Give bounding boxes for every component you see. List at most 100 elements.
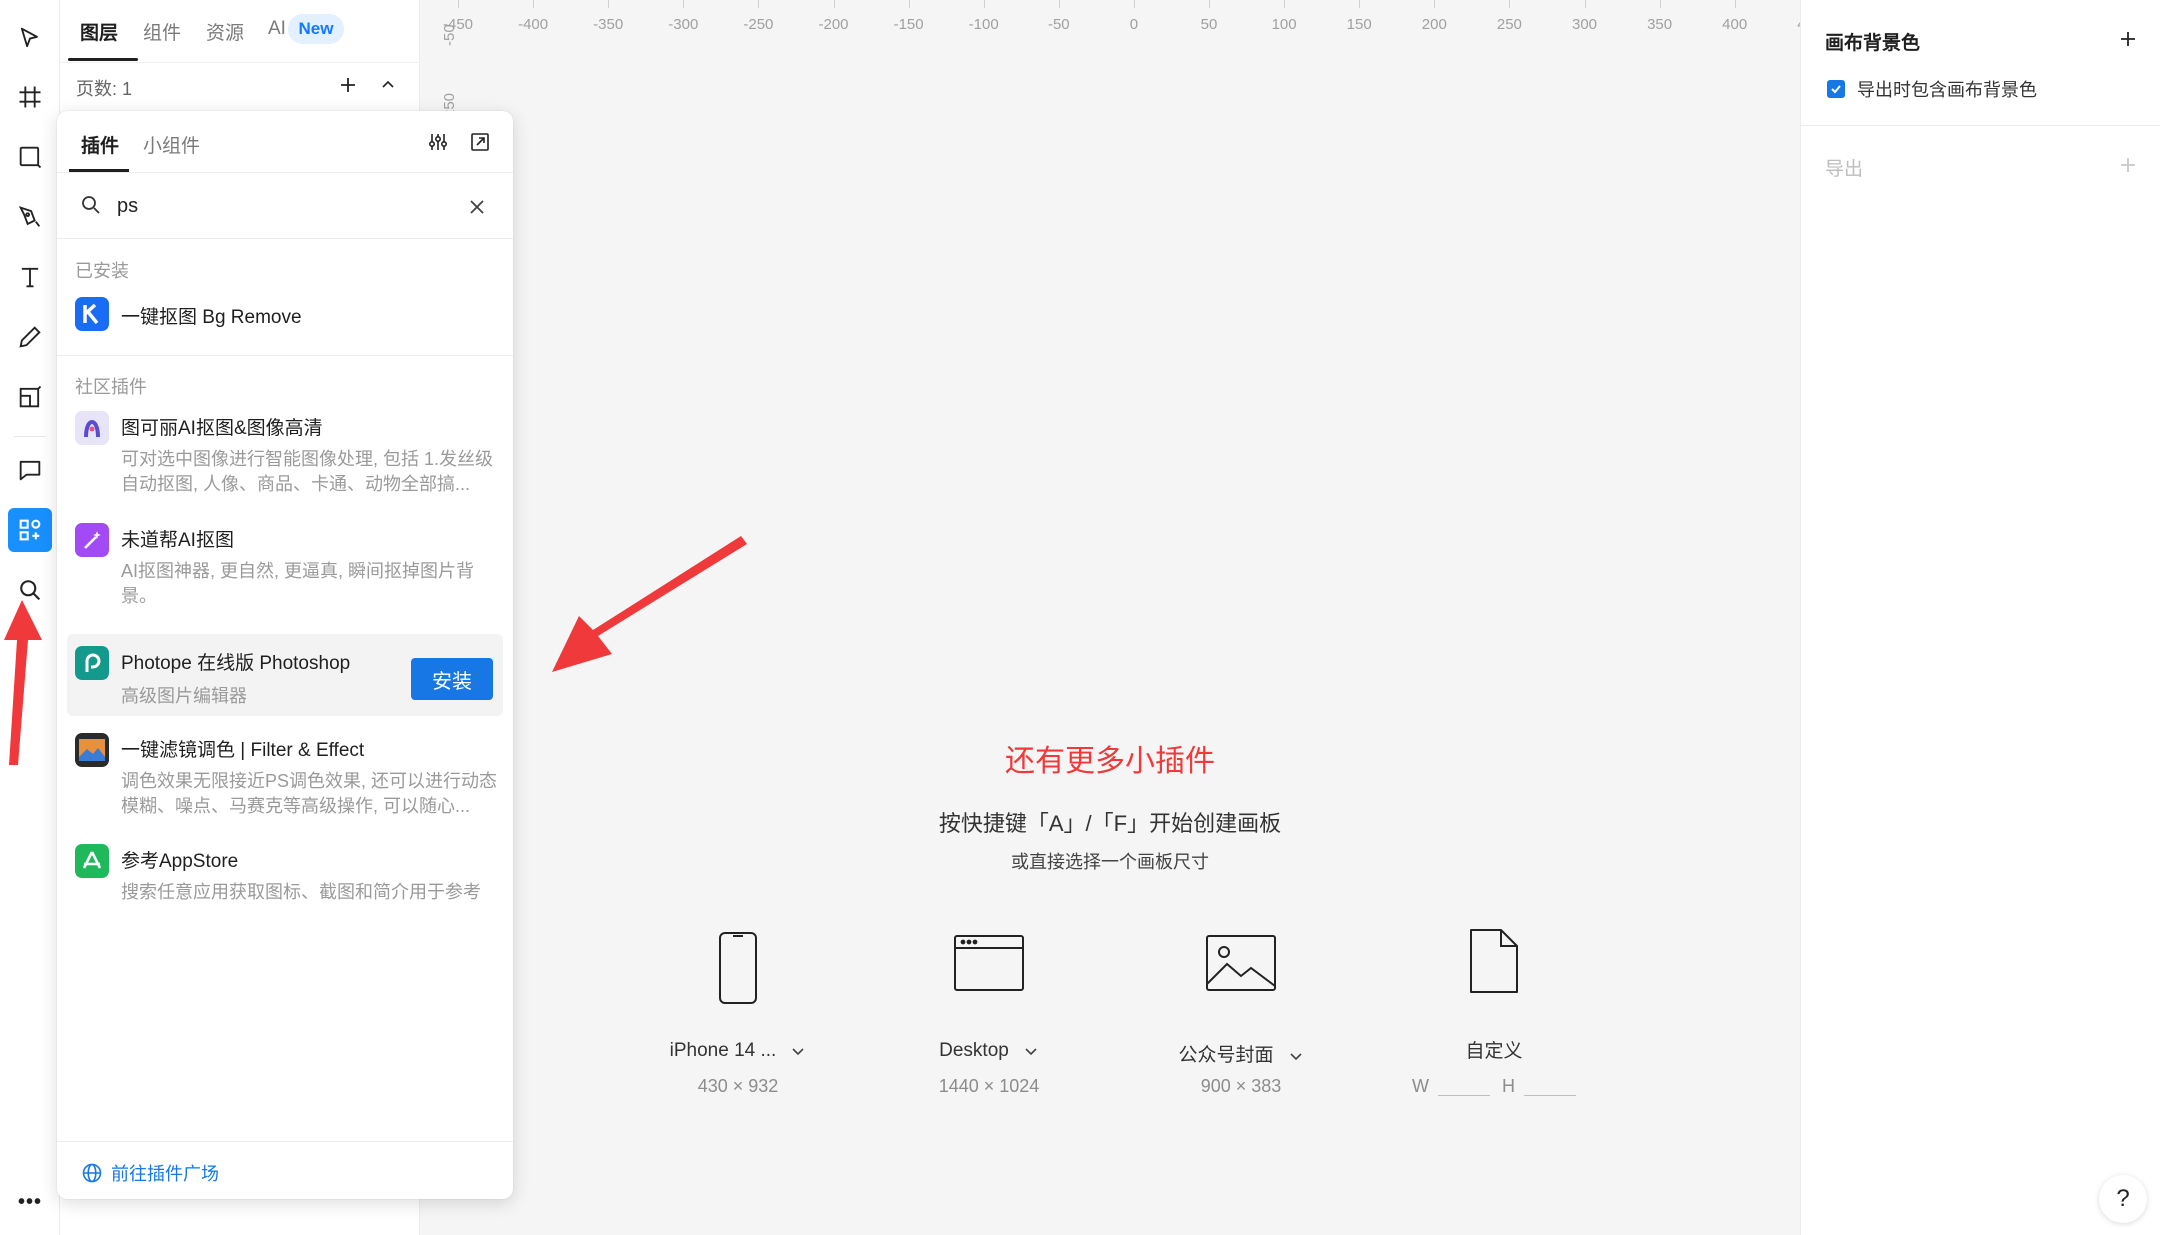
pen-tool-button[interactable]: [8, 195, 52, 239]
slice-icon: [19, 385, 42, 408]
clear-search-button[interactable]: [463, 193, 491, 221]
ruler-label: 100: [1271, 16, 1297, 33]
frame-tool-button[interactable]: [8, 75, 52, 119]
preset-name: 公众号封面: [1131, 1040, 1351, 1067]
chevron-down-icon: [1289, 1053, 1302, 1061]
checkmark-icon: [1831, 85, 1841, 94]
move-cursor-icon: [20, 27, 38, 48]
community-plugin-item[interactable]: 未道帮AI抠图 AI抠图神器, 更自然, 更逼真, 瞬间抠掉图片背景。: [67, 511, 503, 623]
add-page-button[interactable]: [332, 69, 364, 101]
phone-icon: [719, 932, 757, 1004]
right-panel: 画布背景色 导出时包含画布背景色 导出 ?: [1800, 0, 2160, 1235]
include-bg-checkbox[interactable]: [1827, 80, 1845, 98]
preset-desktop[interactable]: Desktop 1440 × 1024: [879, 930, 1099, 1110]
plugin-description: 可对选中图像进行智能图像处理, 包括 1.发丝级自动抠图, 人像、商品、卡通、动…: [121, 449, 494, 494]
community-plugin-item[interactable]: Photope 在线版 Photoshop 高级图片编辑器 安装: [67, 634, 503, 716]
search-icon: [20, 580, 41, 601]
plugin-logo-icon: [75, 297, 109, 331]
ruler-tick: [1209, 0, 1210, 8]
active-tab-indicator: [68, 58, 138, 61]
ruler-tick: [608, 0, 610, 8]
ruler-label: -400: [518, 16, 549, 33]
ruler-label: -300: [668, 16, 699, 33]
annotation-text: 还有更多小插件: [1005, 745, 1215, 778]
add-canvas-bg-button[interactable]: [2113, 24, 2143, 54]
canvas-area[interactable]: -450 -400 -350 -300 -250 -200 -150 -100 -50 0 50 10…: [420, 0, 1822, 1235]
community-plugin-item[interactable]: 参考AppStore 搜索任意应用获取图标、截图和简介用于参考: [67, 832, 503, 918]
ruler-label: 250: [1496, 16, 1522, 33]
search-tool-button[interactable]: [8, 568, 52, 612]
plugin-name: 参考AppStore: [121, 851, 239, 872]
add-export-button[interactable]: [2113, 150, 2143, 180]
ruler-label: 150: [1346, 16, 1372, 33]
plugin-popout-button[interactable]: [465, 127, 495, 157]
community-plugin-item[interactable]: 一键滤镜调色 | Filter & Effect 调色效果无限接近PS调色效果,…: [67, 721, 503, 833]
ruler-label: 50: [1200, 16, 1218, 33]
width-input[interactable]: [1438, 1094, 1490, 1096]
text-tool-button[interactable]: [8, 255, 52, 299]
preset-iphone[interactable]: iPhone 14 ... 430 × 932: [628, 930, 848, 1110]
tab-components[interactable]: 组件: [143, 18, 181, 45]
plugin-marketplace-label: 前往插件广场: [111, 1164, 219, 1184]
preset-size: 900 × 383: [1200, 1076, 1282, 1096]
left-ruler-label: -50: [441, 24, 458, 46]
comment-tool-button[interactable]: [8, 448, 52, 492]
plugin-name: 未道帮AI抠图: [121, 530, 234, 551]
height-input[interactable]: [1524, 1094, 1576, 1096]
ruler-label: -250: [743, 16, 774, 33]
tab-assets[interactable]: 资源: [206, 18, 244, 45]
plugin-logo-icon: [75, 844, 109, 878]
frame-icon: [19, 86, 41, 108]
ruler-tick: [983, 0, 985, 8]
pages-row: 页数: 1: [60, 62, 420, 108]
chevron-down-icon: [792, 1048, 804, 1056]
ruler-label: -150: [893, 16, 924, 33]
installed-plugin-item[interactable]: 一键抠图 Bg Remove: [67, 285, 503, 341]
plugins-tool-button[interactable]: [8, 508, 52, 552]
preset-size: 430 × 932: [697, 1076, 779, 1096]
preset-size: 1440 × 1024: [938, 1076, 1040, 1096]
canvas-hint-sub: 或直接选择一个画板尺寸: [1011, 852, 1209, 872]
plugin-popup-footer: 前往插件广场: [57, 1141, 513, 1199]
tab-plugins[interactable]: 插件: [81, 131, 119, 158]
ruler-label: 200: [1421, 16, 1447, 33]
slice-tool-button[interactable]: [8, 375, 52, 419]
more-tools-button[interactable]: •••: [8, 1180, 52, 1224]
plugin-search-input[interactable]: [117, 189, 447, 223]
plugin-logo-icon: [75, 523, 109, 557]
pen-icon: [18, 206, 41, 227]
preset-custom[interactable]: 自定义 W H: [1384, 926, 1604, 1106]
plugin-name: 一键滤镜调色 | Filter & Effect: [121, 740, 365, 761]
pencil-tool-button[interactable]: [8, 315, 52, 359]
ruler-label: 400: [1722, 16, 1748, 33]
collapse-pages-button[interactable]: [372, 69, 404, 101]
rectangle-tool-button[interactable]: [8, 135, 52, 179]
move-tool-button[interactable]: [8, 16, 52, 60]
ruler-label: -100: [968, 16, 999, 33]
active-tab-indicator: [69, 169, 129, 172]
help-button[interactable]: ?: [2099, 1175, 2147, 1223]
ruler-tick: [1133, 0, 1135, 8]
tab-layers[interactable]: 图层: [80, 18, 118, 45]
include-bg-checkbox-row[interactable]: 导出时包含画布背景色: [1827, 76, 2037, 102]
plus-icon: [341, 78, 355, 92]
desktop-icon: [954, 935, 1024, 991]
ruler-tick: [758, 0, 760, 8]
external-window-icon: [471, 133, 489, 151]
plugin-marketplace-link[interactable]: 前往插件广场: [81, 1160, 219, 1186]
export-title: 导出: [1825, 159, 1864, 180]
pencil-icon: [19, 326, 41, 348]
width-label: W: [1412, 1076, 1429, 1096]
install-button[interactable]: 安装: [411, 658, 493, 700]
ruler-tick: [1058, 0, 1060, 8]
community-plugin-item[interactable]: 图可丽AI抠图&图像高清 可对选中图像进行智能图像处理, 包括 1.发丝级自动抠…: [67, 399, 503, 511]
plugin-settings-button[interactable]: [423, 127, 453, 157]
layer-panel-tabs: 图层 组件 资源 AI New: [60, 0, 420, 62]
tab-ai[interactable]: AI: [268, 18, 286, 40]
tab-widgets[interactable]: 小组件: [143, 131, 200, 158]
top-ruler: -450 -400 -350 -300 -250 -200 -150 -100 -50 0 50 10…: [420, 0, 1822, 44]
preset-wechat-cover[interactable]: 公众号封面 900 × 383: [1131, 930, 1351, 1110]
ruler-tick: [683, 0, 685, 8]
ruler-tick: [533, 0, 535, 8]
chevron-up-icon: [382, 80, 394, 88]
